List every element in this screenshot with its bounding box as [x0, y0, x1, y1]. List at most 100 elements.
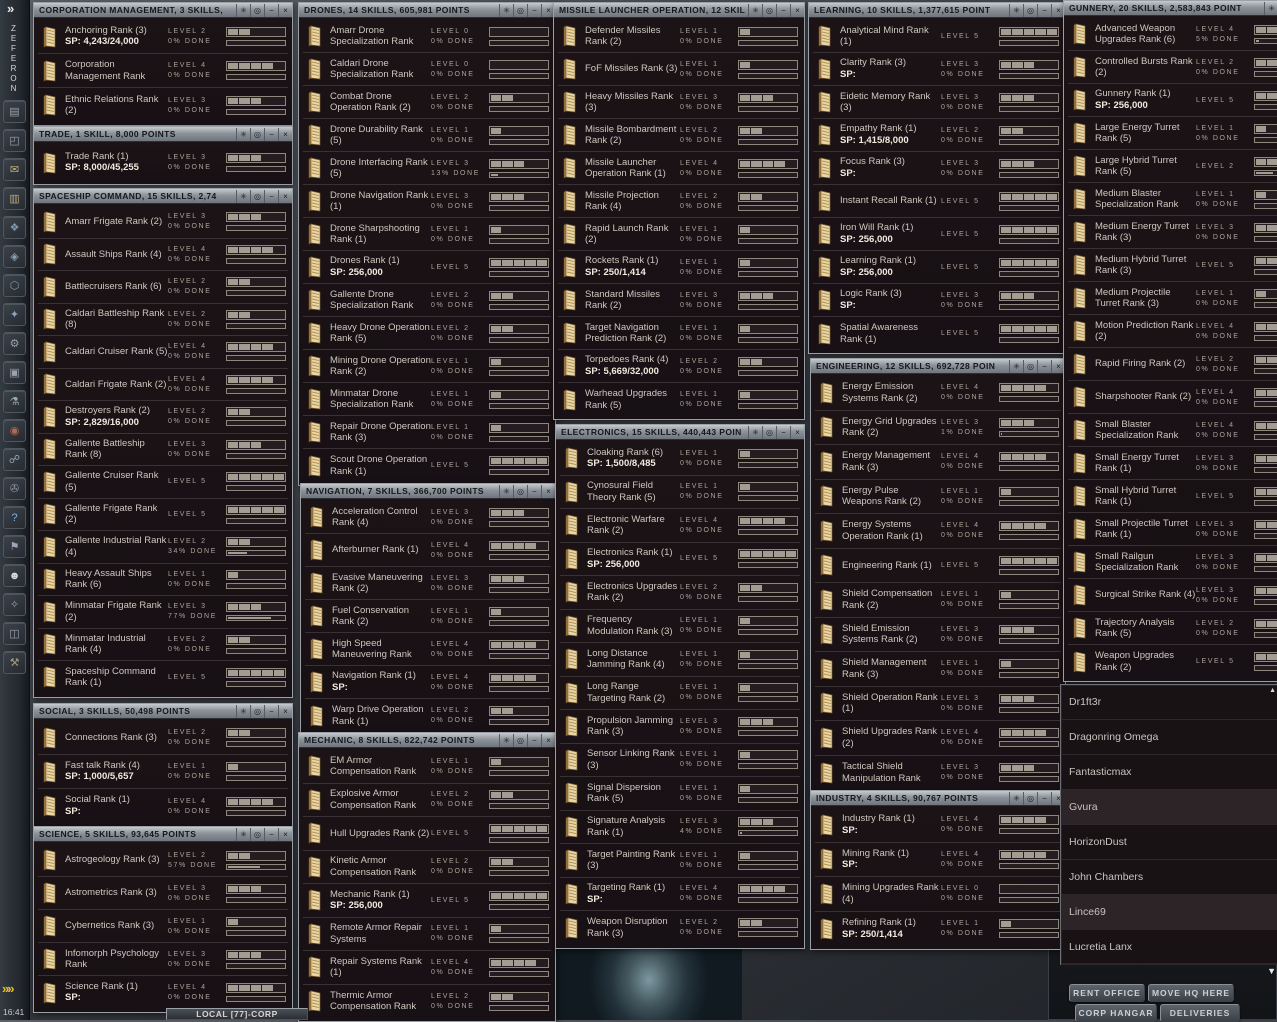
window-titlebar[interactable]: INDUSTRY, 4 SKILLS, 90,767 POINTS ✳ ◎ − × [811, 791, 1065, 806]
skill-row[interactable]: Target Painting Rank (3) LEVEL 1 0% DONE [560, 844, 800, 878]
skill-row[interactable]: Small Energy Turret Rank (1) LEVEL 3 0% DO… [1068, 447, 1277, 480]
pin-icon[interactable]: ✳ [748, 425, 762, 439]
skill-row[interactable]: Rapid Launch Rank (2) LEVEL 1 0% DONE [558, 218, 800, 251]
skill-row[interactable]: Drone Interfacing Rank (5) LEVEL 3 13% DON… [303, 152, 551, 185]
window-titlebar[interactable]: SOCIAL, 3 SKILLS, 50,498 POINTS ✳ ◎ − × [34, 704, 292, 719]
scroll-up-icon[interactable]: ▲ [1269, 687, 1276, 694]
close-icon[interactable]: × [278, 704, 292, 718]
pin-icon[interactable]: ✳ [1009, 359, 1023, 373]
close-icon[interactable]: × [541, 733, 555, 747]
expand-more-icon[interactable]: »» [2, 981, 15, 996]
skill-row[interactable]: Gallente Industrial Rank (4) LEVEL 2 34% D… [38, 531, 288, 564]
member-row[interactable]: HorizonDust [1061, 825, 1277, 860]
close-icon[interactable]: × [790, 425, 804, 439]
skill-row[interactable]: Astrogeology Rank (3) LEVEL 2 57% DONE [38, 844, 288, 877]
minimize-icon[interactable]: − [776, 425, 790, 439]
window-titlebar[interactable]: SPACESHIP COMMAND, 15 SKILLS, 2,74 ✳ ◎ − × [34, 189, 292, 204]
chat-tab-local-corp[interactable]: LOCAL [77]-CORP [166, 1008, 308, 1020]
window-titlebar[interactable]: GUNNERY, 20 SKILLS, 2,583,843 POINT✳◎−× [1064, 1, 1277, 16]
skill-row[interactable]: Controlled Bursts Rank (2) LEVEL 2 0% DONE [1068, 51, 1277, 84]
skill-row[interactable]: Drone Durability Rank (5) LEVEL 1 0% DONE [303, 119, 551, 152]
skill-row[interactable]: Trajectory Analysis Rank (5) LEVEL 2 0% DO… [1068, 612, 1277, 645]
neocom-icon-17[interactable]: ☻ [3, 564, 26, 587]
skill-row[interactable]: EM Armor Compensation Rank LEVEL 1 0% DONE [303, 750, 551, 784]
neocom-icon-9[interactable]: ⚙ [3, 332, 26, 355]
skill-row[interactable]: Heavy Drone Operation Rank (5) LEVEL 2 0% … [303, 317, 551, 350]
opacity-icon[interactable]: ◎ [250, 189, 264, 203]
window-titlebar[interactable]: ENGINEERING, 12 SKILLS, 692,728 POIN ✳ ◎ − × [811, 359, 1065, 374]
skill-row[interactable]: Remote Armor Repair Systems LEVEL 1 0% DON… [303, 918, 551, 951]
skill-row[interactable]: Sharpshooter Rank (2) LEVEL 4 0% DONE [1068, 381, 1277, 414]
skill-row[interactable]: Fuel Conservation Rank (2) LEVEL 1 0% DONE [305, 600, 551, 633]
opacity-icon[interactable]: ◎ [513, 484, 527, 498]
skill-row[interactable]: Advanced Weapon Upgrades Rank (6) LEVEL 4… [1068, 18, 1277, 51]
skill-row[interactable]: Caldari Battleship Rank (8) LEVEL 2 0% DON… [38, 304, 288, 336]
skill-row[interactable]: Small Blaster Specialization Rank LEVEL 4… [1068, 414, 1277, 447]
neocom-icon-11[interactable]: ⚗ [3, 390, 26, 413]
skill-row[interactable]: Science Rank (1) SP: LEVEL 4 0% DONE [38, 976, 288, 1009]
window-titlebar[interactable]: MISSILE LAUNCHER OPERATION, 12 SKIL ✳ ◎ − × [554, 3, 804, 18]
skill-row[interactable]: Caldari Drone Specialization Rank LEVEL 0… [303, 53, 551, 86]
skill-row[interactable]: Empathy Rank (1) SP: 1,415/8,000 LEVEL 2 0%… [813, 119, 1061, 152]
skill-row[interactable]: Evasive Maneuvering Rank (2) LEVEL 3 0% DO… [305, 567, 551, 600]
skill-row[interactable]: Missile Launcher Operation Rank (1) LEVEL… [558, 152, 800, 185]
skill-row[interactable]: Signature Analysis Rank (1) LEVEL 3 4% DON… [560, 811, 800, 844]
neocom-icon-12[interactable]: ◉ [3, 419, 26, 442]
neocom-expand-icon[interactable]: » [7, 1, 14, 16]
member-row[interactable]: Lince69 [1061, 895, 1277, 930]
opacity-icon[interactable]: ◎ [1023, 359, 1037, 373]
skill-row[interactable]: Drone Sharpshooting Rank (1) LEVEL 1 0% DO… [303, 218, 551, 251]
neocom-icon-4[interactable]: ▥ [3, 187, 26, 210]
neocom-icon-15[interactable]: ? [3, 506, 26, 529]
pin-icon[interactable]: ✳ [1264, 1, 1277, 15]
skill-row[interactable]: Motion Prediction Rank (2) LEVEL 4 0% DONE [1068, 315, 1277, 348]
skill-row[interactable]: Small Projectile Turret Rank (1) LEVEL 3 0… [1068, 513, 1277, 546]
pin-icon[interactable]: ✳ [499, 733, 513, 747]
skill-row[interactable]: Assault Ships Rank (4) LEVEL 4 0% DONE [38, 239, 288, 271]
skill-row[interactable]: Scout Drone Operation Rank (1) LEVEL 5 [303, 449, 551, 482]
skill-row[interactable]: Mechanic Rank (1) SP: 256,000 LEVEL 5 [303, 884, 551, 918]
skill-row[interactable]: Missile Projection Rank (4) LEVEL 2 0% DON… [558, 185, 800, 218]
member-row[interactable]: Gvura [1061, 790, 1277, 825]
member-row[interactable]: Dr1ft3r [1061, 685, 1277, 720]
skill-row[interactable]: High Speed Maneuvering Rank LEVEL 4 0% DON… [305, 633, 551, 666]
skill-row[interactable]: Shield Operation Rank (1) LEVEL 3 0% DONE [815, 687, 1061, 721]
opacity-icon[interactable]: ◎ [762, 3, 776, 17]
skill-row[interactable]: Cloaking Rank (6) SP: 1,500/8,485 LEVEL 1 0… [560, 442, 800, 476]
skill-row[interactable]: Thermic Armor Compensation Rank LEVEL 2 0%… [303, 985, 551, 1019]
skill-row[interactable]: Connections Rank (3) LEVEL 2 0% DONE [38, 721, 288, 755]
skill-row[interactable]: Spaceship Command Rank (1) LEVEL 5 [38, 661, 288, 694]
skill-row[interactable]: Mining Upgrades Rank (4) LEVEL 0 0% DONE [815, 877, 1061, 912]
close-icon[interactable]: × [278, 3, 292, 17]
minimize-icon[interactable]: − [527, 733, 541, 747]
skill-row[interactable]: Amarr Drone Specialization Rank LEVEL 0 0%… [303, 20, 551, 53]
move-hq-here-button[interactable]: MOVE HQ HERE [1148, 984, 1234, 1002]
neocom-icon-3[interactable]: ✉ [3, 158, 26, 181]
skill-row[interactable]: Drones Rank (1) SP: 256,000 LEVEL 5 [303, 251, 551, 284]
skill-row[interactable]: Weapon Upgrades Rank (2) LEVEL 5 [1068, 645, 1277, 678]
neocom-icon-13[interactable]: ☍ [3, 448, 26, 471]
deliveries-button[interactable]: DELIVERIES [1160, 1004, 1240, 1022]
skill-row[interactable]: Shield Upgrades Rank (2) LEVEL 4 0% DONE [815, 721, 1061, 756]
neocom-icon-20[interactable]: ⚒ [3, 651, 26, 674]
skill-row[interactable]: Minmatar Frigate Rank (2) LEVEL 3 77% DONE [38, 596, 288, 629]
skill-row[interactable]: Medium Blaster Specialization Rank LEVEL … [1068, 183, 1277, 216]
skill-row[interactable]: Instant Recall Rank (1) LEVEL 5 [813, 185, 1061, 218]
skill-row[interactable]: Trade Rank (1) SP: 8,000/45,255 LEVEL 3 0% … [38, 144, 288, 181]
window-titlebar[interactable]: TRADE, 1 SKILL, 8,000 POINTS ✳ ◎ − × [34, 127, 292, 142]
neocom-icon-6[interactable]: ◈ [3, 245, 26, 268]
skill-row[interactable]: Tactical Shield Manipulation Rank LEVEL 3… [815, 756, 1061, 791]
skill-row[interactable]: Rapid Firing Rank (2) LEVEL 2 0% DONE [1068, 348, 1277, 381]
skill-row[interactable]: Electronic Warfare Rank (2) LEVEL 4 0% DON… [560, 509, 800, 543]
skill-row[interactable]: Standard Missiles Rank (2) LEVEL 3 0% DONE [558, 284, 800, 317]
skill-row[interactable]: Engineering Rank (1) LEVEL 5 [815, 549, 1061, 583]
minimize-icon[interactable]: − [527, 3, 541, 17]
skill-row[interactable]: Large Energy Turret Rank (5) LEVEL 1 0% DO… [1068, 117, 1277, 150]
skill-row[interactable]: Weapon Disruption Rank (3) LEVEL 2 0% DONE [560, 911, 800, 945]
skill-row[interactable]: Rockets Rank (1) SP: 250/1,414 LEVEL 1 0% D… [558, 251, 800, 284]
member-row[interactable]: Lucretia Lanx [1061, 930, 1277, 965]
skill-row[interactable]: Mining Rank (1) SP: LEVEL 4 0% DONE [815, 843, 1061, 877]
skill-row[interactable]: Small Railgun Specialization Rank LEVEL 3… [1068, 546, 1277, 579]
window-titlebar[interactable]: ELECTRONICS, 15 SKILLS, 440,443 POIN ✳ ◎ − × [556, 425, 804, 440]
skill-row[interactable]: Focus Rank (3) SP: LEVEL 3 0% DONE [813, 152, 1061, 185]
